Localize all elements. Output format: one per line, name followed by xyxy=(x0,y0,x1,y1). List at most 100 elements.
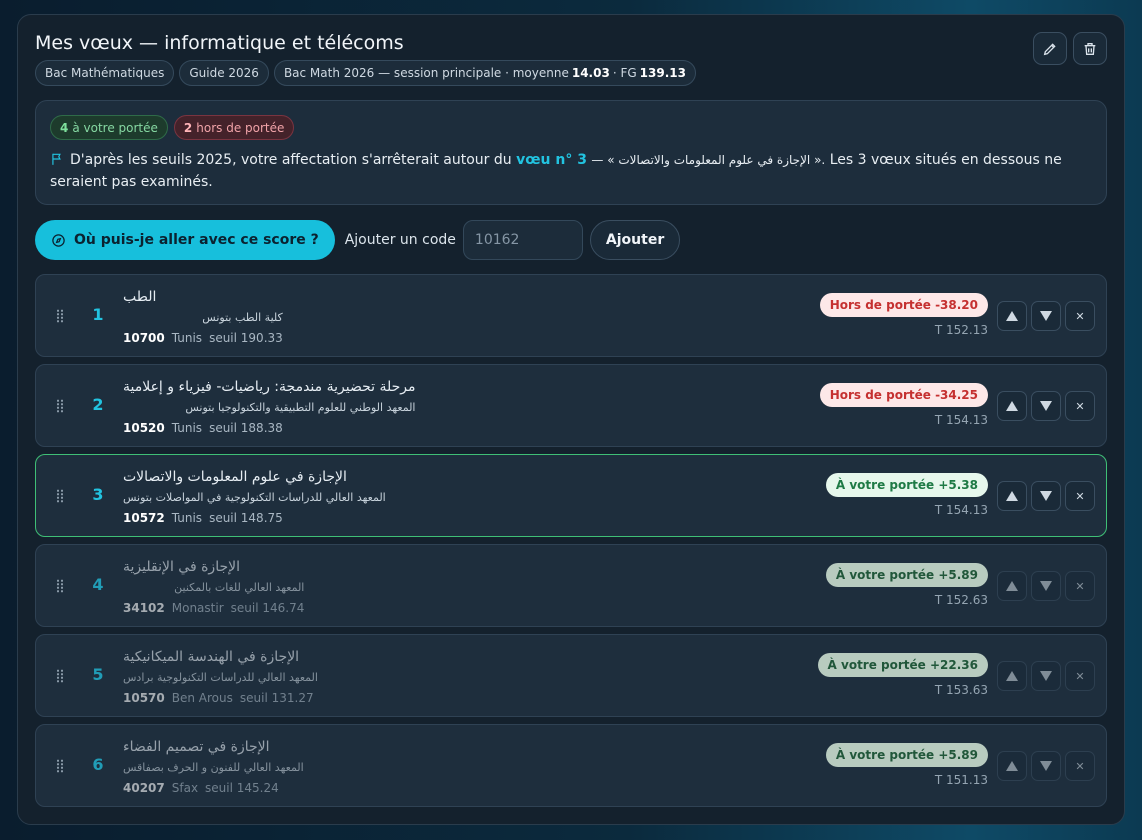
arrow-down-icon xyxy=(1040,761,1052,771)
flag-icon xyxy=(52,153,61,165)
message-program: — « الإجازة في علوم المعلومات والاتصالات… xyxy=(591,153,826,167)
row-controls: ✕ xyxy=(997,571,1095,601)
wish-rank: 2 xyxy=(92,395,104,414)
section-tag: Bac Mathématiques xyxy=(35,60,175,86)
arrow-up-icon xyxy=(1006,311,1018,321)
wish-text: الإجازة في علوم المعلومات والاتصالات الم… xyxy=(123,467,386,527)
move-up-button[interactable] xyxy=(997,481,1027,511)
institution-name: المعهد العالي للفنون و الحرف بصفاقس xyxy=(123,761,304,774)
wishlist-panel: Mes vœux — informatique et télécoms Bac … xyxy=(17,14,1125,825)
delete-button[interactable] xyxy=(1073,32,1107,65)
drag-handle-icon[interactable] xyxy=(56,759,64,773)
arrow-down-icon xyxy=(1040,401,1052,411)
program-name: الإجازة في تصميم الفضاء xyxy=(123,739,270,755)
wish-row: 1 الطب كلية الطب بتونس 10700 Tunis seuil… xyxy=(35,274,1107,357)
in-reach-count: 4 xyxy=(60,120,69,135)
remove-button[interactable]: ✕ xyxy=(1065,481,1095,511)
remove-button[interactable]: ✕ xyxy=(1065,301,1095,331)
move-down-button[interactable] xyxy=(1031,661,1061,691)
program-name: الإجازة في علوم المعلومات والاتصالات xyxy=(123,469,347,485)
wish-row: 5 الإجازة في الهندسة الميكانيكية المعهد … xyxy=(35,634,1107,717)
status-badge: À votre portée +22.36 xyxy=(817,653,988,677)
out-reach-badge: 2 hors de portée xyxy=(173,115,295,140)
arrow-down-icon xyxy=(1040,311,1052,321)
move-down-button[interactable] xyxy=(1031,571,1061,601)
move-down-button[interactable] xyxy=(1031,751,1061,781)
wish-meta: 10572 Tunis seuil 148.75 xyxy=(123,509,386,527)
where-can-i-go-button[interactable]: Où puis-je aller avec ce score ? xyxy=(35,220,335,260)
wish-row: 4 الإجازة في الإنقليزية المعهد العالي لل… xyxy=(35,544,1107,627)
row-controls: ✕ xyxy=(997,391,1095,421)
institution-name: المعهد الوطني للعلوم التطبيقية والتكنولو… xyxy=(185,401,416,414)
city: Ben Arous xyxy=(171,691,233,705)
program-code: 10572 xyxy=(123,511,165,525)
pencil-icon xyxy=(1043,42,1056,55)
header-actions xyxy=(1033,32,1107,65)
drag-handle-icon[interactable] xyxy=(56,669,64,683)
actions-row: Où puis-je aller avec ce score ? Ajouter… xyxy=(35,220,681,260)
edit-button[interactable] xyxy=(1033,32,1067,65)
seuil: seuil 145.24 xyxy=(205,781,279,795)
wish-meta: 10520 Tunis seuil 188.38 xyxy=(123,419,415,437)
add-button[interactable]: Ajouter xyxy=(589,220,681,260)
wish-text: الإجازة في الهندسة الميكانيكية المعهد ال… xyxy=(123,647,318,707)
program-code: 10570 xyxy=(123,691,165,705)
arrow-down-icon xyxy=(1040,491,1052,501)
code-input[interactable] xyxy=(462,220,583,260)
drag-handle-icon[interactable] xyxy=(56,579,64,593)
summary-message: D'après les seuils 2025, votre affectati… xyxy=(50,149,1096,193)
wish-meta: 40207 Sfax seuil 145.24 xyxy=(123,779,304,797)
guide-tag: Guide 2026 xyxy=(179,60,269,86)
trash-icon xyxy=(1084,42,1096,55)
move-down-button[interactable] xyxy=(1031,481,1061,511)
move-up-button[interactable] xyxy=(997,751,1027,781)
remove-button[interactable]: ✕ xyxy=(1065,661,1095,691)
wish-rank: 5 xyxy=(92,665,104,684)
seuil: seuil 188.38 xyxy=(209,421,283,435)
remove-button[interactable]: ✕ xyxy=(1065,571,1095,601)
reach-pills: 4 à votre portée 2 hors de portée xyxy=(50,115,295,140)
compass-icon xyxy=(52,233,65,247)
move-up-button[interactable] xyxy=(997,391,1027,421)
fg-label: · FG xyxy=(612,66,637,80)
program-name: الطب xyxy=(123,289,157,305)
city: Tunis xyxy=(171,421,203,435)
institution-name: المعهد العالي للغات بالمكنين xyxy=(174,581,305,594)
row-controls: ✕ xyxy=(997,301,1095,331)
status-badge: Hors de portée -34.25 xyxy=(819,383,988,407)
wish-text: مرحلة تحضيرية مندمجة: رياضيات- فيزياء و … xyxy=(123,377,415,437)
arrow-up-icon xyxy=(1006,671,1018,681)
wish-row: 6 الإجازة في تصميم الفضاء المعهد العالي … xyxy=(35,724,1107,807)
program-code: 34102 xyxy=(123,601,165,615)
close-icon: ✕ xyxy=(1075,309,1085,323)
program-name: مرحلة تحضيرية مندمجة: رياضيات- فيزياء و … xyxy=(123,379,416,395)
drag-handle-icon[interactable] xyxy=(56,309,64,323)
city: Tunis xyxy=(171,331,203,345)
remove-button[interactable]: ✕ xyxy=(1065,391,1095,421)
move-up-button[interactable] xyxy=(997,571,1027,601)
wish-list: 1 الطب كلية الطب بتونس 10700 Tunis seuil… xyxy=(35,274,1107,814)
status-badge: Hors de portée -38.20 xyxy=(819,293,988,317)
close-icon: ✕ xyxy=(1075,579,1085,593)
wish-meta: 10700 Tunis seuil 190.33 xyxy=(123,329,283,347)
move-down-button[interactable] xyxy=(1031,301,1061,331)
move-down-button[interactable] xyxy=(1031,391,1061,421)
move-up-button[interactable] xyxy=(997,301,1027,331)
session-tag: Bac Math 2026 — session principale · moy… xyxy=(273,60,696,86)
row-controls: ✕ xyxy=(997,751,1095,781)
remove-button[interactable]: ✕ xyxy=(1065,751,1095,781)
city: Sfax xyxy=(171,781,199,795)
drag-handle-icon[interactable] xyxy=(56,399,64,413)
status-badge: À votre portée +5.89 xyxy=(825,743,988,767)
total-score: T 154.13 xyxy=(934,413,988,427)
page-title: Mes vœux — informatique et télécoms xyxy=(35,32,404,54)
seuil: seuil 131.27 xyxy=(239,691,314,705)
total-score: T 152.13 xyxy=(934,323,988,337)
wish-text: الإجازة في الإنقليزية المعهد العالي للغا… xyxy=(123,557,304,617)
drag-handle-icon[interactable] xyxy=(56,489,64,503)
city: Tunis xyxy=(171,511,203,525)
in-reach-badge: 4 à votre portée xyxy=(50,115,168,140)
wish-rank: 4 xyxy=(92,575,104,594)
program-name: الإجازة في الإنقليزية xyxy=(123,559,240,575)
move-up-button[interactable] xyxy=(997,661,1027,691)
